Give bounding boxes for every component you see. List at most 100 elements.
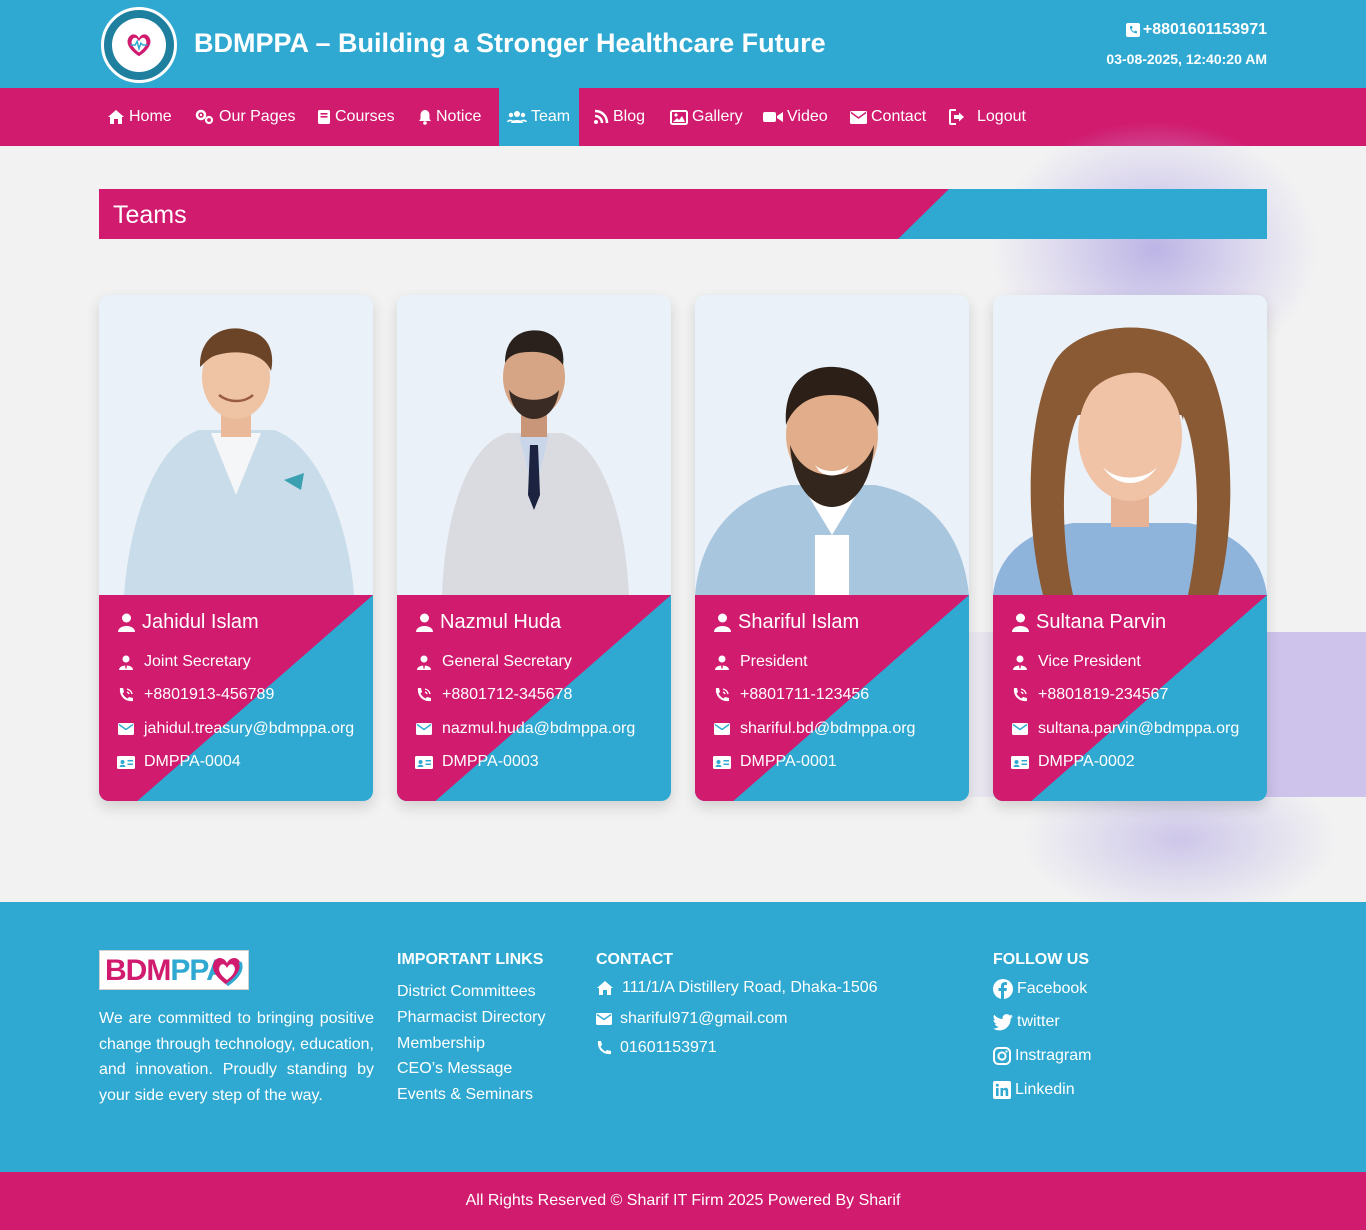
nav-gallery[interactable]: Gallery	[662, 88, 751, 146]
nav-notice[interactable]: Notice	[410, 88, 489, 146]
member-role-row: General Secretary	[415, 653, 572, 671]
team-card[interactable]: Nazmul Huda General Secretary +8801712-3…	[397, 295, 671, 801]
footer-links-heading: IMPORTANT LINKS	[397, 951, 544, 968]
member-phone-row[interactable]: +8801712-345678	[415, 686, 572, 704]
nav-contact[interactable]: Contact	[842, 88, 934, 146]
footer-link-ceo-message[interactable]: CEO’s Message	[397, 1056, 545, 1082]
member-phone: +8801712-345678	[442, 686, 573, 703]
team-card[interactable]: Shariful Islam President +8801711-123456…	[695, 295, 969, 801]
member-id-row: DMPPA-0002	[1011, 753, 1135, 771]
team-card[interactable]: Sultana Parvin Vice President +8801819-2…	[993, 295, 1267, 801]
header-phone[interactable]: +8801601153971	[1125, 21, 1267, 39]
footer-link-events-seminars[interactable]: Events & Seminars	[397, 1082, 545, 1108]
person-illustration	[124, 328, 354, 595]
nav-home[interactable]: Home	[99, 88, 180, 146]
footer-link-pharmacist-directory[interactable]: Pharmacist Directory	[397, 1005, 545, 1031]
member-photo	[695, 295, 969, 595]
nav-logout[interactable]: Logout	[941, 88, 1034, 146]
user-icon	[1011, 613, 1029, 632]
footer-logo[interactable]: BDMPPA	[99, 950, 249, 990]
video-icon	[763, 112, 783, 122]
user-icon	[713, 613, 731, 632]
nav-label-notice: Notice	[436, 108, 482, 125]
id-card-icon	[713, 755, 731, 769]
user-tie-icon	[117, 655, 135, 670]
copyright-text: All Rights Reserved © Sharif IT Firm 202…	[465, 1192, 901, 1209]
facebook-icon	[993, 979, 1013, 999]
member-phone-row[interactable]: +8801819-234567	[1011, 686, 1168, 704]
member-email-row[interactable]: shariful.bd@bdmppa.org	[713, 720, 915, 738]
member-email: nazmul.huda@bdmppa.org	[442, 720, 636, 737]
member-photo	[397, 295, 671, 595]
member-email: jahidul.treasury@bdmppa.org	[144, 720, 355, 737]
user-icon	[117, 613, 135, 632]
twitter-icon	[993, 1013, 1013, 1030]
member-role: Joint Secretary	[144, 653, 251, 670]
nav-label-gallery: Gallery	[692, 108, 743, 125]
instagram-icon	[993, 1047, 1011, 1065]
footer-social-facebook[interactable]: Facebook	[993, 979, 1087, 999]
member-email-row[interactable]: jahidul.treasury@bdmppa.org	[117, 720, 354, 738]
footer-email: shariful971@gmail.com	[620, 1010, 788, 1027]
member-email-row[interactable]: sultana.parvin@bdmppa.org	[1011, 720, 1239, 738]
member-phone: +8801913-456789	[144, 686, 275, 703]
nav-video[interactable]: Video	[755, 88, 836, 146]
nav-label-courses: Courses	[335, 108, 395, 125]
header-phone-text: +8801601153971	[1142, 21, 1267, 38]
member-email-row[interactable]: nazmul.huda@bdmppa.org	[415, 720, 635, 738]
nav-team[interactable]: Team	[499, 88, 579, 146]
logout-icon	[949, 109, 964, 125]
footer-contact-heading: CONTACT	[596, 951, 674, 968]
linkedin-icon	[993, 1081, 1011, 1099]
image-icon	[670, 109, 688, 125]
footer-links-list: District Committees Pharmacist Directory…	[397, 979, 545, 1108]
footer-logo-text: BDMPPA	[105, 954, 228, 988]
home-icon	[597, 981, 613, 995]
member-role-row: Vice President	[1011, 653, 1141, 671]
member-name: Jahidul Islam	[142, 611, 259, 633]
facebook-label: Facebook	[1017, 980, 1088, 997]
footer-social-twitter[interactable]: twitter	[993, 1013, 1060, 1031]
member-info: Sultana Parvin Vice President +8801819-2…	[993, 595, 1267, 801]
member-id-row: DMPPA-0004	[117, 753, 241, 771]
member-name: Nazmul Huda	[440, 611, 562, 633]
phone-icon	[597, 1041, 611, 1055]
member-name: Shariful Islam	[738, 611, 860, 633]
nav-courses[interactable]: Courses	[309, 88, 403, 146]
footer-address-row: 111/1/A Distillery Road, Dhaka-1506	[596, 979, 878, 997]
nav-our-pages[interactable]: Our Pages	[187, 88, 303, 146]
member-photo	[99, 295, 373, 595]
footer-follow-heading: FOLLOW US	[993, 951, 1089, 968]
team-card[interactable]: Jahidul Islam Joint Secretary +8801913-4…	[99, 295, 373, 801]
member-name-row: Jahidul Islam	[117, 611, 259, 634]
member-phone-row[interactable]: +8801711-123456	[713, 686, 869, 704]
footer-email-row[interactable]: shariful971@gmail.com	[596, 1010, 787, 1028]
id-card-icon	[117, 755, 135, 769]
member-id: DMPPA-0004	[144, 753, 241, 770]
footer-link-district-committees[interactable]: District Committees	[397, 979, 545, 1005]
nav-label-video: Video	[787, 108, 828, 125]
footer-social-linkedin[interactable]: Linkedin	[993, 1081, 1075, 1099]
footer-description: We are committed to bringing positive ch…	[99, 1010, 374, 1104]
bell-icon	[419, 110, 431, 125]
phone-volume-icon	[415, 687, 433, 703]
member-role: President	[740, 653, 808, 670]
footer-social-instagram[interactable]: Instragram	[993, 1047, 1091, 1065]
envelope-icon	[850, 110, 867, 124]
footer-address: 111/1/A Distillery Road, Dhaka-1506	[622, 979, 878, 996]
footer-link-membership[interactable]: Membership	[397, 1031, 545, 1057]
user-tie-icon	[1011, 655, 1029, 670]
nav-blog[interactable]: Blog	[585, 88, 653, 146]
nav-label-contact: Contact	[871, 108, 927, 125]
person-illustration	[695, 366, 969, 595]
member-phone: +8801819-234567	[1038, 686, 1169, 703]
book-icon	[318, 110, 330, 124]
member-phone-row[interactable]: +8801913-456789	[117, 686, 274, 704]
footer-phone-row[interactable]: 01601153971	[596, 1039, 717, 1057]
member-name-row: Sultana Parvin	[1011, 611, 1166, 634]
id-card-icon	[1011, 755, 1029, 769]
phone-volume-icon	[713, 687, 731, 703]
site-logo[interactable]	[101, 7, 177, 83]
member-email: shariful.bd@bdmppa.org	[740, 720, 916, 737]
section-title-bar: Teams	[99, 189, 1267, 239]
